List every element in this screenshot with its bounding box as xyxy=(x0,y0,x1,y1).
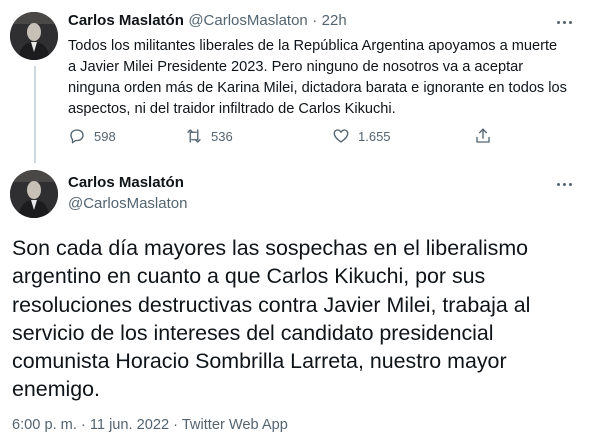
tweet-timestamp[interactable]: 6:00 p. m. · 11 jun. 2022 · Twitter Web … xyxy=(12,417,288,433)
like-count: 1.655 xyxy=(358,128,391,144)
heart-icon xyxy=(333,129,349,143)
retweet-icon xyxy=(187,129,201,143)
parent-tweet-actions: 598 536 1.655 xyxy=(68,127,498,147)
like-button[interactable]: 1.655 xyxy=(332,127,391,145)
parent-tweet-time[interactable]: 22h xyxy=(322,12,347,29)
more-icon xyxy=(556,20,560,24)
more-icon xyxy=(556,182,560,186)
share-icon xyxy=(476,128,490,143)
main-author-handle[interactable]: @CarlosMaslaton xyxy=(68,195,187,212)
parent-author-avatar[interactable] xyxy=(10,12,58,60)
main-author-avatar[interactable] xyxy=(10,170,58,218)
parent-author-name[interactable]: Carlos Maslatón xyxy=(68,12,184,29)
main-more-button[interactable] xyxy=(552,176,576,192)
main-author-name[interactable]: Carlos Maslatón xyxy=(68,174,184,191)
thread-connector-line xyxy=(34,66,36,163)
reply-button[interactable]: 598 xyxy=(68,127,116,145)
parent-tweet-header: Carlos Maslatón @CarlosMaslaton · 22h xyxy=(68,12,347,30)
header-separator: · xyxy=(312,12,318,29)
share-button[interactable] xyxy=(474,127,492,145)
parent-tweet-text: Todos los militantes liberales de la Rep… xyxy=(68,38,567,117)
retweet-button[interactable]: 536 xyxy=(185,127,233,145)
retweet-count: 536 xyxy=(211,128,233,144)
reply-icon xyxy=(70,129,84,144)
reply-count: 598 xyxy=(94,128,116,144)
parent-author-handle[interactable]: @CarlosMaslaton xyxy=(188,12,307,29)
parent-more-button[interactable] xyxy=(552,14,576,30)
main-tweet-text: Son cada día mayores las sospechas en el… xyxy=(12,236,531,402)
